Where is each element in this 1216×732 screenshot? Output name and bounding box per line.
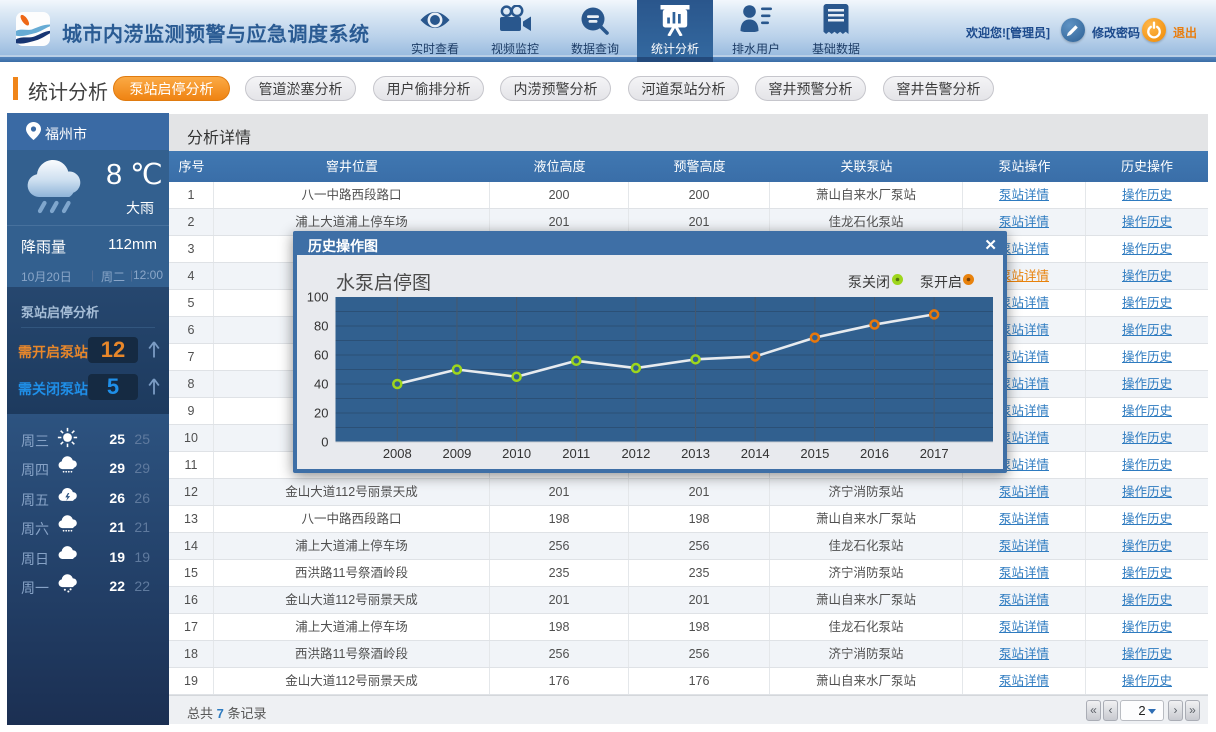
svg-text:60: 60 xyxy=(314,348,328,363)
svg-text:2014: 2014 xyxy=(741,446,770,461)
svg-text:2016: 2016 xyxy=(860,446,889,461)
svg-text:2015: 2015 xyxy=(800,446,829,461)
svg-text:100: 100 xyxy=(307,290,329,305)
svg-text:80: 80 xyxy=(314,319,328,334)
svg-text:2010: 2010 xyxy=(502,446,531,461)
svg-text:2009: 2009 xyxy=(442,446,471,461)
svg-text:40: 40 xyxy=(314,377,328,392)
svg-text:2013: 2013 xyxy=(681,446,710,461)
svg-text:2011: 2011 xyxy=(562,446,590,461)
svg-text:2017: 2017 xyxy=(920,446,949,461)
svg-text:2008: 2008 xyxy=(383,446,412,461)
svg-text:20: 20 xyxy=(314,406,328,421)
svg-text:0: 0 xyxy=(321,435,328,450)
svg-text:2012: 2012 xyxy=(621,446,650,461)
